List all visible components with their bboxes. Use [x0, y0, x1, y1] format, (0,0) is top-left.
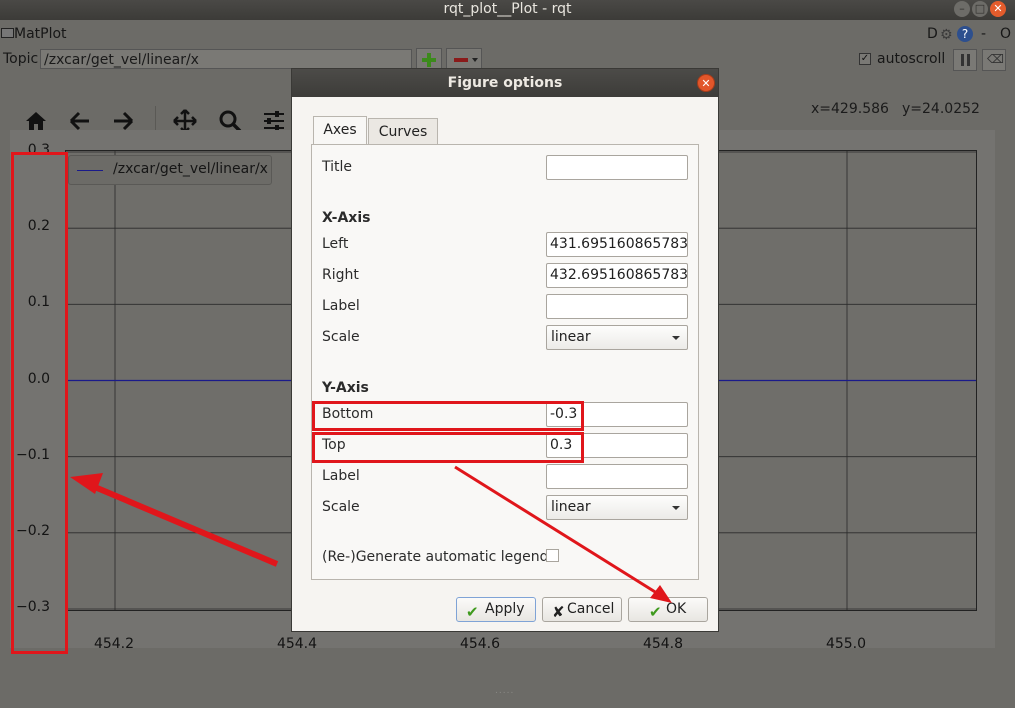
cancel-button[interactable]: ✘ Cancel	[542, 597, 622, 622]
x-axis-heading: X-Axis	[322, 210, 371, 226]
x-scale-value: linear	[551, 329, 591, 345]
apply-label: Apply	[485, 601, 525, 617]
x-left-label: Left	[322, 236, 349, 252]
y-axis-label-label: Label	[322, 468, 360, 484]
x-left-input[interactable]: 431.6951608657837	[546, 232, 688, 257]
tab-axes[interactable]: Axes	[313, 116, 367, 145]
y-scale-select[interactable]: linear	[546, 495, 688, 520]
title-label: Title	[322, 159, 353, 175]
title-input[interactable]	[546, 155, 688, 180]
resize-grip[interactable]: .....	[495, 686, 514, 696]
ok-label: OK	[666, 601, 687, 617]
annotation-arrow-left	[88, 482, 279, 567]
chevron-down-icon	[672, 336, 680, 340]
y-scale-label: Scale	[322, 499, 360, 515]
dialog-title: Figure options	[292, 69, 718, 97]
chevron-down-icon	[672, 506, 680, 510]
x-right-label: Right	[322, 267, 359, 283]
apply-button[interactable]: ✔ Apply	[456, 597, 536, 622]
y-axis-label-input[interactable]	[546, 464, 688, 489]
x-axis-label-label: Label	[322, 298, 360, 314]
legend-regenerate-checkbox[interactable]	[546, 549, 559, 562]
y-axis-heading: Y-Axis	[322, 380, 369, 396]
checkmark-icon: ✔	[649, 603, 662, 621]
x-scale-select[interactable]: linear	[546, 325, 688, 350]
dialog-close-icon[interactable]: ✕	[697, 74, 715, 92]
x-scale-label: Scale	[322, 329, 360, 345]
y-scale-value: linear	[551, 499, 591, 515]
ok-button[interactable]: ✔ OK	[628, 597, 708, 622]
annotation-box-top	[312, 432, 584, 463]
checkmark-icon: ✔	[466, 603, 479, 621]
x-right-input[interactable]: 432.6951608657837	[546, 263, 688, 288]
annotation-box-bottom	[312, 401, 584, 431]
x-axis-label-input[interactable]	[546, 294, 688, 319]
cancel-icon: ✘	[552, 603, 565, 621]
legend-regenerate-label: (Re-)Generate automatic legend	[322, 549, 549, 565]
cancel-label: Cancel	[567, 601, 615, 617]
tab-curves[interactable]: Curves	[368, 118, 438, 144]
